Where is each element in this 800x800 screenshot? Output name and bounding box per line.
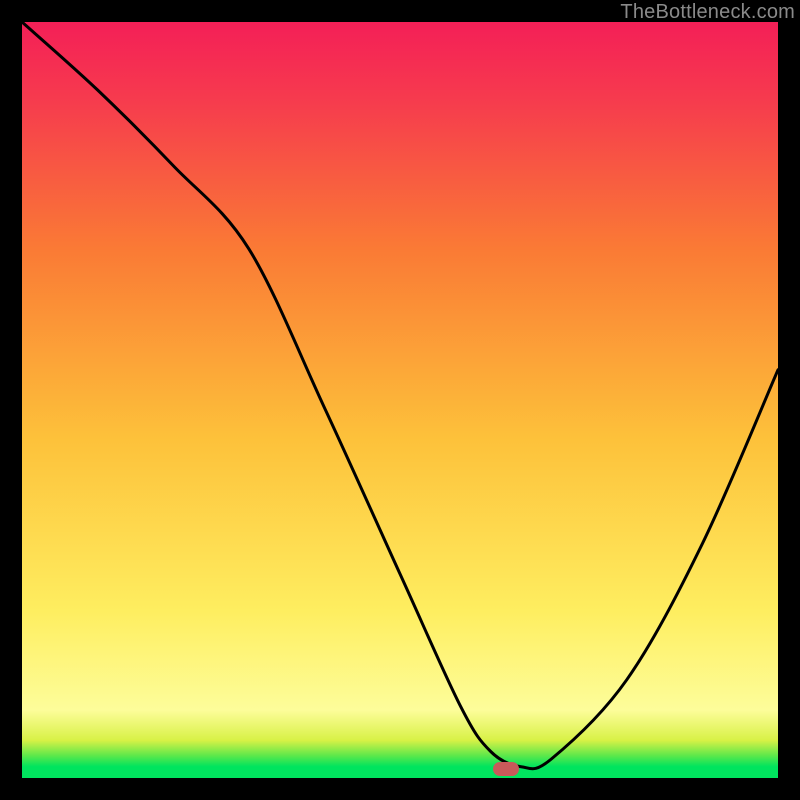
optimal-marker	[493, 762, 519, 776]
chart-plot-area	[22, 22, 778, 778]
chart-frame: TheBottleneck.com	[0, 0, 800, 800]
bottleneck-curve	[22, 22, 778, 778]
watermark-text: TheBottleneck.com	[620, 1, 795, 24]
